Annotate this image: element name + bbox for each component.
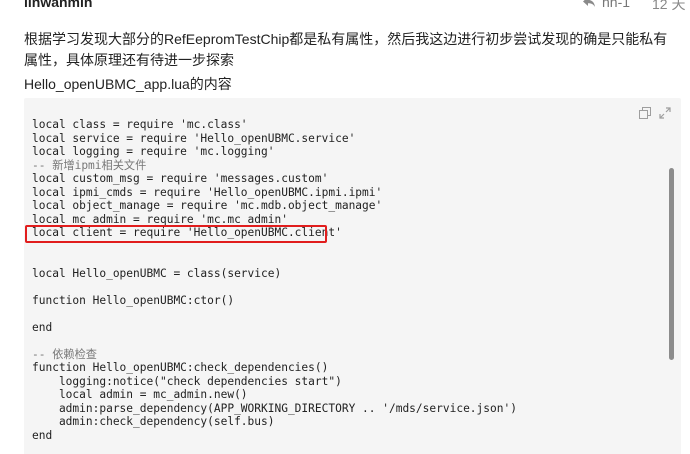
code-line: end [32,428,53,442]
reply-to-link[interactable]: hh-1 [582,0,630,10]
copy-icon[interactable] [639,107,651,119]
code-line: admin:check_dependency(self.bus) [32,415,275,428]
code-line: end [32,320,53,334]
author-name[interactable]: linwanmin [24,0,92,10]
code-line: logging:notice("check dependencies start… [32,374,342,388]
code-comment-line: -- 依赖检查 [32,347,97,361]
code-line: local logging = require 'mc.logging' [32,145,275,158]
code-line: local mc_admin = require 'mc.mc_admin' [32,212,288,226]
code-comment-line: -- 新增ipmi相关文件 [32,158,147,172]
code-line: admin:parse_dependency(APP_WORKING_DIREC… [32,401,517,415]
code-line: local admin = mc_admin.new() [32,388,248,401]
code-line: local Hello_openUBMC = class(service) [32,266,282,280]
reply-to-user: hh-1 [602,0,631,10]
code-line: local class = require 'mc.class' [32,118,248,131]
code-line: function Hello_openUBMC:check_dependenci… [32,361,329,374]
post-header: linwanmin hh-1 12 天 [0,0,690,16]
code-content[interactable]: local class = require 'mc.class' local se… [32,118,517,442]
code-scrollbar[interactable] [669,168,674,360]
code-toolbar [639,107,671,119]
code-line: local client = require 'Hello_openUBMC.c… [32,226,342,239]
fullscreen-icon[interactable] [659,107,671,119]
post-paragraph-2: Hello_openUBMC_app.lua的内容 [24,76,232,92]
reply-arrow-icon [583,0,595,7]
post-paragraph-1: 根据学习发现大部分的RefEepromTestChip都是私有属性，然后我这边进… [24,31,668,68]
code-block: local class = require 'mc.class' local se… [24,98,681,454]
code-line: function Hello_openUBMC:ctor() [32,293,235,307]
forum-post: linwanmin hh-1 12 天 根据学习发现大部分的RefEepromT… [0,0,690,454]
code-line: local service = require 'Hello_openUBMC.… [32,131,356,145]
code-line: local object_manage = require 'mc.mdb.ob… [32,199,383,212]
code-line: local custom_msg = require 'messages.cus… [32,172,329,185]
code-line: local ipmi_cmds = require 'Hello_openUBM… [32,185,383,199]
post-time[interactable]: 12 天 [652,0,685,14]
